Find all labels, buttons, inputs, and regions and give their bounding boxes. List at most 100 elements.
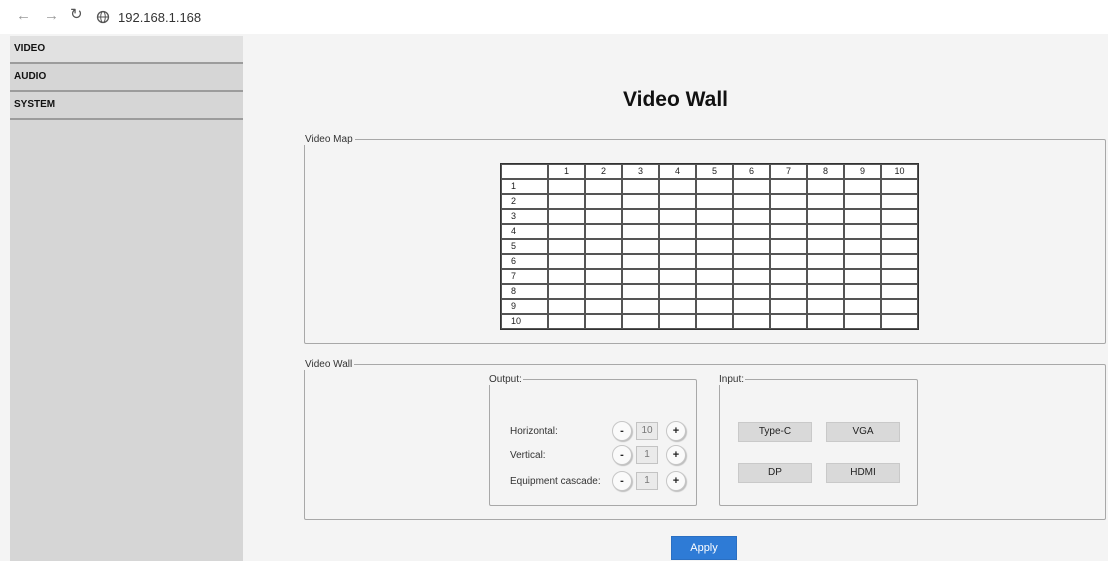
grid-cell[interactable] [622,254,659,269]
grid-cell[interactable] [881,209,918,224]
grid-cell[interactable] [770,194,807,209]
grid-cell[interactable] [585,179,622,194]
grid-cell[interactable] [770,269,807,284]
grid-cell[interactable] [696,299,733,314]
reload-icon[interactable]: ↻ [70,7,83,23]
grid-cell[interactable] [696,314,733,329]
horizontal-increment-button[interactable]: + [666,421,686,441]
sidebar-item-audio[interactable]: AUDIO [10,64,243,92]
horizontal-decrement-button[interactable]: - [612,421,632,441]
grid-cell[interactable] [696,179,733,194]
grid-cell[interactable] [659,179,696,194]
grid-cell[interactable] [659,239,696,254]
grid-cell[interactable] [585,209,622,224]
grid-cell[interactable] [881,224,918,239]
cascade-value[interactable]: 1 [636,472,658,490]
grid-cell[interactable] [770,254,807,269]
grid-cell[interactable] [622,224,659,239]
grid-cell[interactable] [807,179,844,194]
grid-cell[interactable] [844,209,881,224]
grid-cell[interactable] [733,239,770,254]
cascade-decrement-button[interactable]: - [612,471,632,491]
grid-cell[interactable] [548,194,585,209]
grid-cell[interactable] [659,209,696,224]
grid-cell[interactable] [844,299,881,314]
grid-cell[interactable] [548,254,585,269]
grid-cell[interactable] [881,299,918,314]
grid-cell[interactable] [770,314,807,329]
grid-cell[interactable] [622,299,659,314]
grid-cell[interactable] [844,269,881,284]
grid-cell[interactable] [770,239,807,254]
cascade-increment-button[interactable]: + [666,471,686,491]
grid-cell[interactable] [696,254,733,269]
grid-cell[interactable] [733,314,770,329]
grid-cell[interactable] [733,284,770,299]
input-vga-button[interactable]: VGA [826,422,900,442]
grid-cell[interactable] [548,224,585,239]
grid-cell[interactable] [733,269,770,284]
grid-cell[interactable] [659,299,696,314]
grid-cell[interactable] [844,254,881,269]
grid-cell[interactable] [548,179,585,194]
grid-cell[interactable] [696,269,733,284]
grid-cell[interactable] [585,314,622,329]
grid-cell[interactable] [770,284,807,299]
grid-cell[interactable] [548,269,585,284]
grid-cell[interactable] [585,254,622,269]
address-bar[interactable]: 192.168.1.168 [96,7,1100,27]
grid-cell[interactable] [807,254,844,269]
grid-cell[interactable] [733,224,770,239]
grid-cell[interactable] [622,284,659,299]
grid-cell[interactable] [807,284,844,299]
grid-cell[interactable] [622,194,659,209]
grid-cell[interactable] [844,314,881,329]
input-dp-button[interactable]: DP [738,463,812,483]
forward-arrow-icon[interactable]: → [44,8,59,24]
grid-cell[interactable] [696,239,733,254]
horizontal-value[interactable]: 10 [636,422,658,440]
grid-cell[interactable] [659,314,696,329]
grid-cell[interactable] [622,269,659,284]
grid-cell[interactable] [548,239,585,254]
grid-cell[interactable] [807,269,844,284]
grid-cell[interactable] [659,224,696,239]
grid-cell[interactable] [881,254,918,269]
grid-cell[interactable] [844,284,881,299]
grid-cell[interactable] [548,284,585,299]
grid-cell[interactable] [807,239,844,254]
grid-cell[interactable] [733,254,770,269]
grid-cell[interactable] [807,224,844,239]
grid-cell[interactable] [659,284,696,299]
input-hdmi-button[interactable]: HDMI [826,463,900,483]
grid-cell[interactable] [548,299,585,314]
grid-cell[interactable] [881,239,918,254]
grid-cell[interactable] [585,269,622,284]
grid-cell[interactable] [622,314,659,329]
grid-cell[interactable] [807,299,844,314]
grid-cell[interactable] [548,209,585,224]
grid-cell[interactable] [770,209,807,224]
grid-cell[interactable] [881,194,918,209]
grid-cell[interactable] [585,299,622,314]
vertical-value[interactable]: 1 [636,446,658,464]
grid-cell[interactable] [881,314,918,329]
grid-cell[interactable] [807,314,844,329]
grid-cell[interactable] [622,239,659,254]
grid-cell[interactable] [733,299,770,314]
grid-cell[interactable] [770,299,807,314]
grid-cell[interactable] [844,194,881,209]
grid-cell[interactable] [807,194,844,209]
grid-cell[interactable] [622,209,659,224]
grid-cell[interactable] [844,239,881,254]
grid-cell[interactable] [881,179,918,194]
grid-cell[interactable] [881,269,918,284]
sidebar-item-system[interactable]: SYSTEM [10,92,243,120]
grid-cell[interactable] [844,179,881,194]
grid-cell[interactable] [696,194,733,209]
grid-cell[interactable] [585,224,622,239]
grid-cell[interactable] [696,284,733,299]
grid-cell[interactable] [770,224,807,239]
grid-cell[interactable] [696,224,733,239]
grid-cell[interactable] [622,179,659,194]
